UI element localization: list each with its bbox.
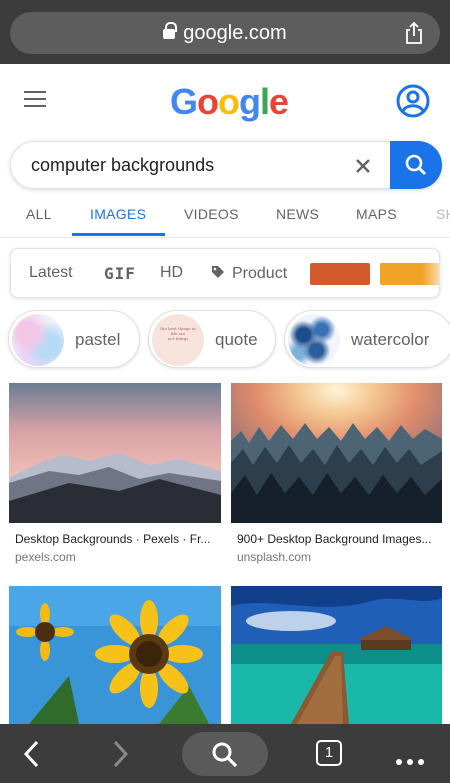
filter-product[interactable]: Product bbox=[211, 264, 287, 283]
pier-image-art bbox=[231, 586, 442, 724]
url-text: google.com bbox=[183, 22, 287, 44]
tab-videos[interactable]: VIDEOS bbox=[184, 206, 239, 222]
forward-icon[interactable] bbox=[110, 740, 130, 768]
image-result[interactable]: 900+ Desktop Background Images... unspla… bbox=[231, 383, 442, 573]
tab-shopping[interactable]: SH bbox=[436, 206, 450, 222]
color-filter-yellow[interactable] bbox=[380, 263, 439, 285]
logo-letter: g bbox=[239, 81, 261, 122]
image-title[interactable]: Desktop Backgrounds · Pexels · Fr... bbox=[15, 532, 215, 546]
url-display: google.com bbox=[10, 22, 440, 45]
address-bar[interactable]: google.com bbox=[10, 12, 440, 54]
image-title[interactable]: 900+ Desktop Background Images... bbox=[237, 532, 442, 546]
search-icon bbox=[212, 742, 238, 768]
chip-label: quote bbox=[215, 330, 258, 349]
pastel-thumbnail bbox=[12, 314, 64, 366]
logo-letter: l bbox=[260, 81, 270, 122]
logo-letter: o bbox=[218, 81, 240, 122]
sunflower-image[interactable] bbox=[9, 586, 221, 724]
color-filter-orange[interactable] bbox=[310, 263, 370, 285]
tab-switcher-button[interactable]: 1 bbox=[316, 740, 342, 766]
forest-image-art bbox=[231, 383, 442, 523]
mountain-image-art bbox=[9, 383, 221, 523]
tab-maps[interactable]: MAPS bbox=[356, 206, 397, 222]
logo-letter: e bbox=[269, 81, 289, 122]
google-logo[interactable]: Google bbox=[170, 81, 289, 123]
chip-label: watercolor bbox=[351, 330, 430, 349]
image-result[interactable] bbox=[9, 586, 221, 724]
watercolor-thumbnail bbox=[288, 314, 340, 366]
browser-bottom-bar: 1 bbox=[0, 724, 450, 783]
pier-image[interactable] bbox=[231, 586, 442, 724]
chip-label: pastel bbox=[75, 330, 121, 349]
more-options-icon[interactable] bbox=[396, 752, 429, 770]
browser-top-bar: google.com bbox=[0, 0, 450, 64]
account-icon[interactable] bbox=[396, 84, 430, 118]
image-result[interactable]: Desktop Backgrounds · Pexels · Fr... pex… bbox=[9, 383, 221, 573]
clear-icon[interactable] bbox=[351, 154, 375, 178]
logo-letter: o bbox=[197, 81, 219, 122]
search-icon bbox=[405, 154, 426, 175]
filter-hd[interactable]: HD bbox=[160, 264, 183, 282]
back-icon[interactable] bbox=[22, 740, 42, 768]
sunflower-image-art bbox=[9, 586, 221, 724]
filter-latest[interactable]: Latest bbox=[29, 264, 73, 282]
lock-icon bbox=[163, 22, 178, 40]
search-box[interactable]: computer backgrounds bbox=[10, 141, 442, 189]
quote-thumbnail: the best things in life are not things bbox=[152, 314, 204, 366]
tab-all[interactable]: ALL bbox=[26, 206, 52, 222]
filter-product-label: Product bbox=[232, 265, 288, 282]
google-header: Google bbox=[0, 64, 450, 134]
tab-images[interactable]: IMAGES bbox=[90, 206, 146, 222]
mountain-sunset-image[interactable] bbox=[9, 383, 221, 523]
image-source[interactable]: unsplash.com bbox=[237, 550, 311, 564]
tab-news[interactable]: NEWS bbox=[276, 206, 319, 222]
search-input[interactable]: computer backgrounds bbox=[31, 155, 214, 176]
tag-icon bbox=[212, 266, 224, 278]
menu-icon[interactable] bbox=[24, 91, 46, 107]
image-result[interactable] bbox=[231, 586, 442, 724]
suggestion-chip-pastel[interactable]: pastel bbox=[8, 310, 140, 368]
share-icon[interactable] bbox=[402, 21, 426, 45]
search-button[interactable] bbox=[390, 141, 442, 189]
quote-thumb-text: the best things in life are not things bbox=[160, 326, 196, 341]
suggestion-chip-quote[interactable]: the best things in life are not things q… bbox=[148, 310, 276, 368]
logo-letter: G bbox=[170, 81, 198, 122]
forest-sunset-image[interactable] bbox=[231, 383, 442, 523]
filter-gif[interactable]: GIF bbox=[104, 264, 136, 283]
active-tab-indicator bbox=[72, 233, 165, 236]
image-source[interactable]: pexels.com bbox=[15, 550, 76, 564]
toolbar-search-button[interactable] bbox=[182, 732, 268, 776]
suggestion-chip-watercolor[interactable]: watercolor bbox=[284, 310, 450, 368]
filter-bar: Latest GIF HD Product bbox=[10, 248, 440, 298]
search-tabs: ALL IMAGES VIDEOS NEWS MAPS SH bbox=[0, 200, 450, 238]
